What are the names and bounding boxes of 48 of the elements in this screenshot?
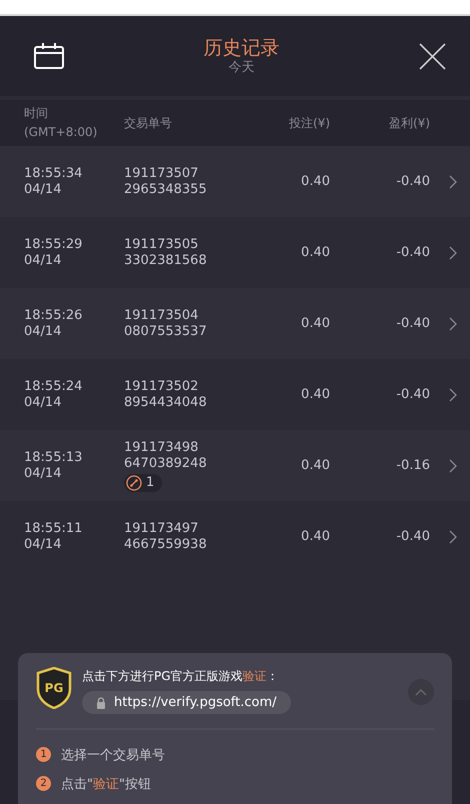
column-header: 投注(¥) xyxy=(288,114,330,132)
bet-cell-text: 0.40 xyxy=(300,174,330,190)
transaction-id-cell: 191173502 8954434048 xyxy=(124,378,207,410)
chevron-up-icon xyxy=(415,688,427,696)
chevron-right-icon[interactable] xyxy=(449,458,457,472)
bet-cell-text: 0.40 xyxy=(300,386,330,402)
transaction-id-cell: 191173504 0807553537 xyxy=(124,308,207,340)
transaction-id-cell: 191173497 4667559938 xyxy=(124,520,207,552)
bet-cell-text: 0.40 xyxy=(300,528,330,544)
step-text: 点击"验证"按钮 xyxy=(61,776,151,792)
column-header: 盈利(¥) xyxy=(388,114,430,132)
transaction-id-cell: 191173498 6470389248 xyxy=(124,440,207,472)
time-cell-text: 18:55:26 04/14 xyxy=(24,308,84,340)
chevron-right-icon[interactable] xyxy=(449,174,457,188)
close-icon[interactable] xyxy=(419,42,446,70)
chevron-right-icon[interactable] xyxy=(449,246,457,260)
chevron-right-icon[interactable] xyxy=(449,530,457,544)
profit-cell-text: -0.40 xyxy=(395,244,430,260)
step-text: 选择一个交易单号 xyxy=(61,746,165,764)
transaction-id-cell: 191173507 2965348355 xyxy=(124,166,207,198)
date-filter-label: 今天 xyxy=(228,60,254,76)
time-cell-text: 18:55:11 04/14 xyxy=(24,520,84,552)
profit-cell-text: -0.16 xyxy=(395,458,430,474)
step-number: 1 xyxy=(36,747,51,762)
transaction-id-cell: 191173505 3302381568 xyxy=(124,236,207,268)
profit-cell-text: -0.40 xyxy=(395,316,430,332)
free-spin-badge: 1 xyxy=(124,474,162,492)
profit-cell-text: -0.40 xyxy=(395,528,430,544)
profit-cell-text: -0.40 xyxy=(395,386,430,402)
column-header: 交易单号 xyxy=(124,114,173,132)
bet-cell-text: 0.40 xyxy=(300,458,330,474)
time-cell-text: 18:55:29 04/14 xyxy=(24,236,84,268)
verify-prompt: 点击下方进行PG官方正版游戏验证： xyxy=(82,668,280,685)
lock-icon xyxy=(96,696,106,708)
profit-cell-text: -0.40 xyxy=(395,174,430,190)
column-header: 时间 (GMT+8:00) xyxy=(24,105,98,141)
time-cell-text: 18:55:24 04/14 xyxy=(24,378,84,410)
page-title: 历史记录 xyxy=(204,36,280,60)
time-cell-text: 18:55:34 04/14 xyxy=(24,166,84,198)
chevron-right-icon[interactable] xyxy=(449,316,457,330)
bet-cell-text: 0.40 xyxy=(300,244,330,260)
time-cell-text: 18:55:13 04/14 xyxy=(24,450,84,482)
shield-logo: PG xyxy=(36,667,72,709)
chevron-right-icon[interactable] xyxy=(449,388,457,402)
calendar-icon[interactable] xyxy=(34,43,64,69)
step-number: 2 xyxy=(36,776,51,791)
verify-url[interactable]: https://verify.pgsoft.com/ xyxy=(82,691,291,714)
bet-cell-text: 0.40 xyxy=(300,316,330,332)
